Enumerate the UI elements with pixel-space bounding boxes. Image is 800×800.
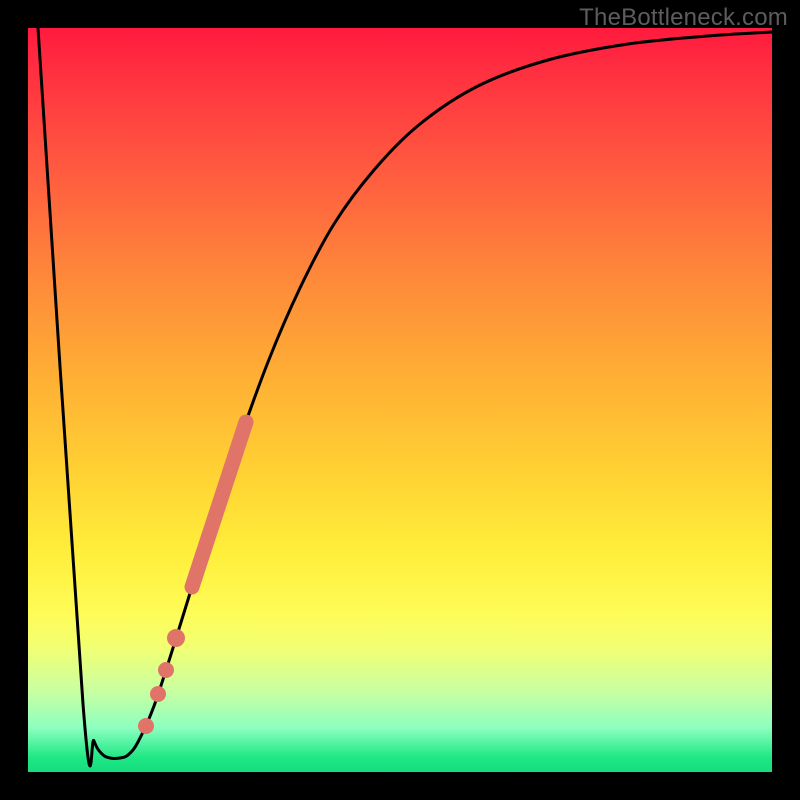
dot-2 <box>158 662 174 678</box>
chart-plot-area <box>28 28 772 772</box>
bottleneck-curve <box>38 28 772 766</box>
dot-3 <box>150 686 166 702</box>
chart-svg <box>28 28 772 772</box>
chart-frame: TheBottleneck.com <box>0 0 800 800</box>
dot-1 <box>167 629 185 647</box>
watermark-text: TheBottleneck.com <box>579 4 788 32</box>
curve-group <box>38 28 772 766</box>
dot-4 <box>138 718 154 734</box>
highlight-band <box>192 422 246 587</box>
